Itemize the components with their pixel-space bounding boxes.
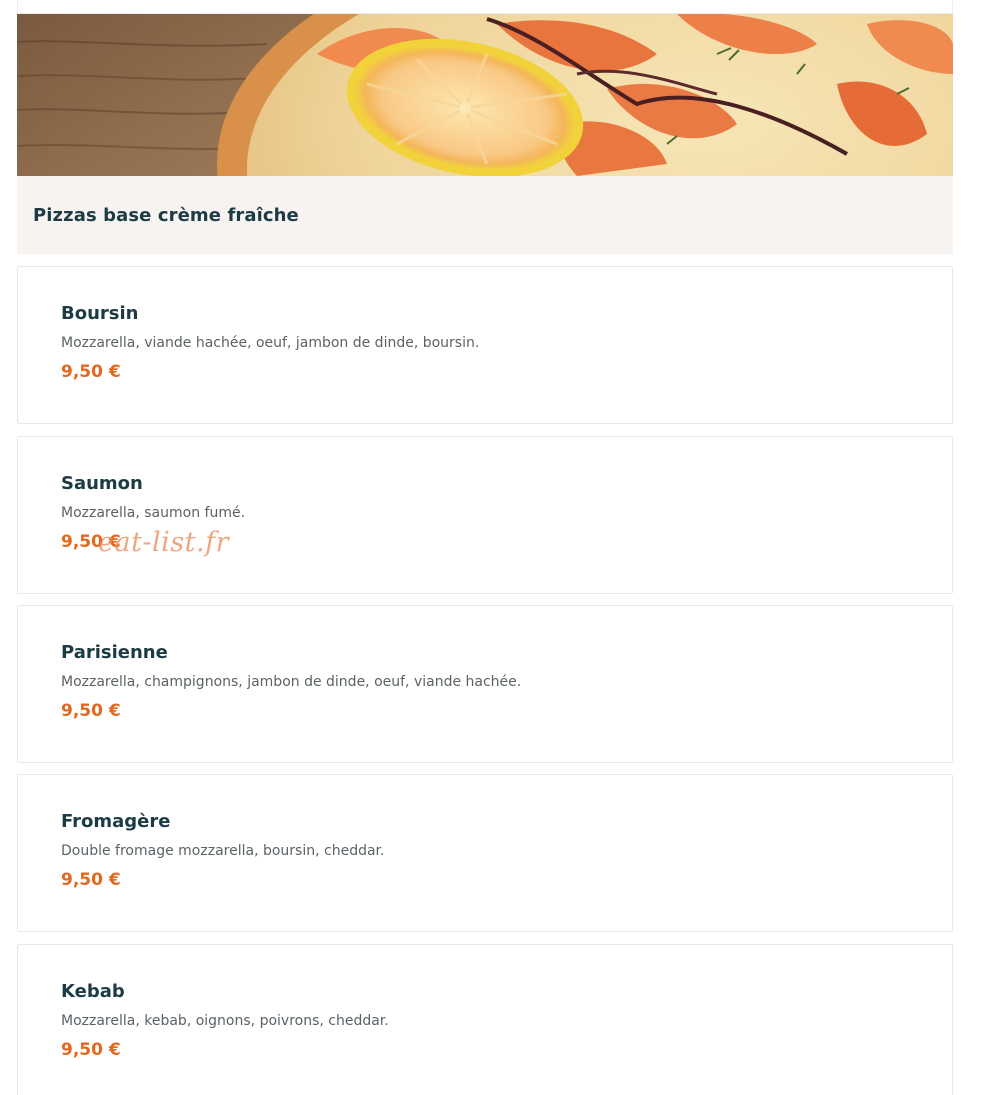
item-price: 9,50 € <box>61 362 121 382</box>
menu-item-parisienne[interactable]: Parisienne Mozzarella, champignons, jamb… <box>17 605 953 763</box>
category-header: Pizzas base crème fraîche <box>17 176 953 254</box>
category-hero-image <box>17 14 953 176</box>
menu-item-fromagere[interactable]: Fromagère Double fromage mozzarella, bou… <box>17 774 953 932</box>
previous-card-edge <box>17 0 953 14</box>
menu-item-saumon[interactable]: Saumon Mozzarella, saumon fumé. 9,50 € <box>17 436 953 594</box>
item-description: Mozzarella, viande hachée, oeuf, jambon … <box>61 335 480 351</box>
pizza-photo <box>17 14 953 176</box>
item-price: 9,50 € <box>61 701 121 721</box>
item-name: Saumon <box>61 473 143 494</box>
item-name: Boursin <box>61 303 139 324</box>
item-name: Fromagère <box>61 811 171 832</box>
menu-item-kebab[interactable]: Kebab Mozzarella, kebab, oignons, poivro… <box>17 944 953 1095</box>
item-price: 9,50 € <box>61 532 121 552</box>
item-description: Mozzarella, saumon fumé. <box>61 505 246 521</box>
menu-page: Pizzas base crème fraîche Boursin Mozzar… <box>0 0 989 1095</box>
item-price: 9,50 € <box>61 870 121 890</box>
item-description: Mozzarella, champignons, jambon de dinde… <box>61 674 522 690</box>
menu-item-boursin[interactable]: Boursin Mozzarella, viande hachée, oeuf,… <box>17 266 953 424</box>
item-description: Double fromage mozzarella, boursin, ched… <box>61 843 385 859</box>
item-name: Kebab <box>61 981 125 1002</box>
item-name: Parisienne <box>61 642 168 663</box>
item-description: Mozzarella, kebab, oignons, poivrons, ch… <box>61 1013 389 1029</box>
category-title: Pizzas base crème fraîche <box>33 204 299 226</box>
item-price: 9,50 € <box>61 1040 121 1060</box>
